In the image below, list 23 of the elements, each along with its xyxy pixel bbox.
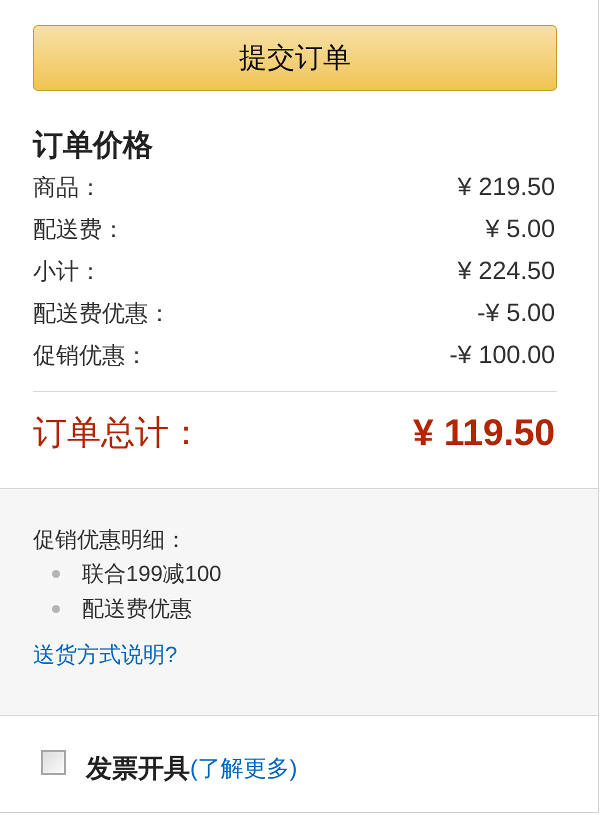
promotion-item: 联合199减100	[82, 560, 222, 588]
learn-more-link[interactable]: (了解更多)	[190, 748, 298, 788]
price-amount: ¥ 219.50	[458, 172, 555, 203]
submit-order-button[interactable]: 提交订单	[33, 25, 557, 91]
promotion-details-title: 促销优惠明细：	[33, 526, 187, 554]
total-label: 订单总计：	[33, 413, 203, 454]
section-title: 订单价格	[33, 128, 153, 164]
bullet-icon	[52, 570, 60, 578]
price-label: 配送费优惠：	[33, 299, 171, 328]
price-label: 商品：	[33, 173, 102, 202]
promotion-item: 配送费优惠	[82, 595, 192, 623]
price-label: 促销优惠：	[33, 341, 148, 370]
invoice-label: 发票开具	[86, 752, 190, 785]
shipping-info-link[interactable]: 送货方式说明?	[33, 639, 178, 671]
price-label: 配送费：	[33, 215, 125, 244]
price-amount: -¥ 100.00	[449, 340, 555, 371]
price-amount: -¥ 5.00	[477, 298, 555, 329]
bullet-icon	[52, 604, 60, 612]
total-amount: ¥ 119.50	[413, 411, 555, 455]
price-amount: ¥ 5.00	[485, 214, 555, 245]
price-amount: ¥ 224.50	[458, 256, 555, 287]
invoice-checkbox[interactable]	[41, 750, 66, 775]
price-label: 小计：	[33, 257, 102, 286]
